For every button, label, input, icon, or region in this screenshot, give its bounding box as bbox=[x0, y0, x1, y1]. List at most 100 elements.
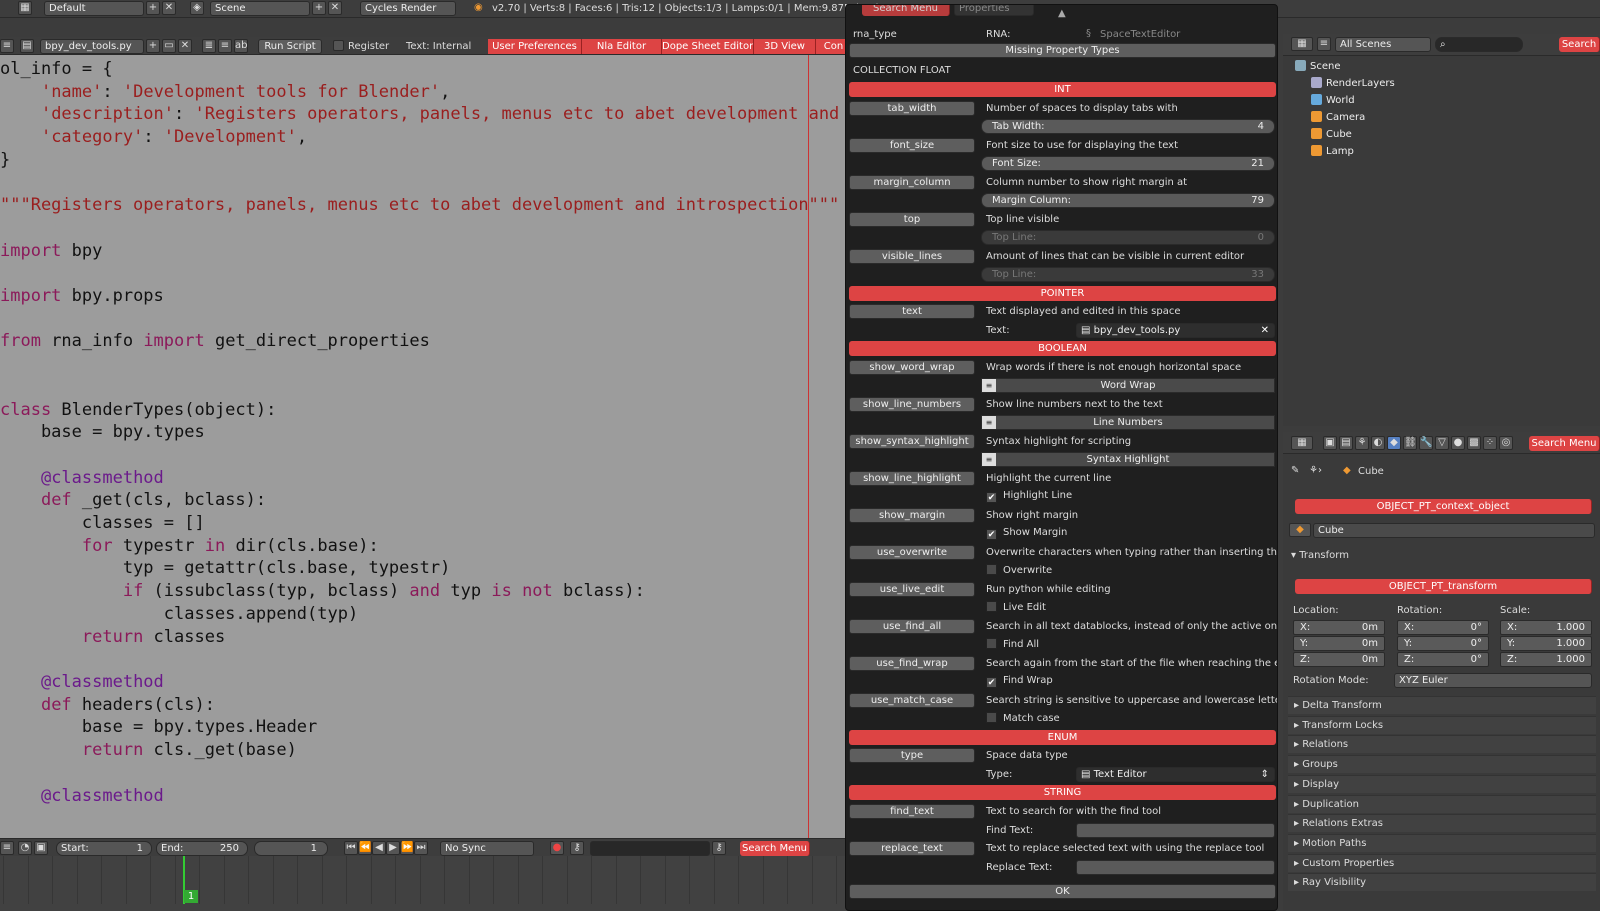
unlink-text-icon[interactable]: ✕ bbox=[178, 39, 192, 53]
checkbox[interactable]: ✔ Find Wrap bbox=[986, 675, 1053, 689]
missing-property-types-button[interactable]: Missing Property Types bbox=[849, 43, 1276, 58]
number-field[interactable]: Tab Width: 4 bbox=[981, 119, 1275, 135]
code-line[interactable] bbox=[0, 172, 860, 195]
code-line[interactable]: classes.append(typ) bbox=[0, 603, 860, 626]
property-button[interactable]: show_word_wrap bbox=[849, 359, 975, 375]
remove-scene-icon[interactable]: ✕ bbox=[328, 1, 342, 15]
add-scene-icon[interactable]: + bbox=[312, 1, 326, 15]
loc-field-1[interactable]: Y: 0m bbox=[1293, 636, 1385, 651]
timeline-area[interactable]: 1 bbox=[0, 856, 860, 911]
lock-icon[interactable]: ▣ bbox=[34, 841, 48, 855]
search-menu-button[interactable]: Search Menu bbox=[740, 841, 810, 856]
add-layout-icon[interactable]: + bbox=[146, 1, 160, 15]
text-field[interactable]: ▤ bpy_dev_tools.py ✕ bbox=[1076, 322, 1275, 338]
texture-tab-icon[interactable]: ▩ bbox=[1467, 436, 1481, 450]
menu-toggle-icon[interactable]: ≡ bbox=[0, 841, 14, 855]
property-button[interactable]: show_line_highlight bbox=[849, 470, 975, 486]
current-frame-field[interactable]: 1 bbox=[254, 841, 328, 856]
code-line[interactable]: base = bpy.types bbox=[0, 421, 860, 444]
text-datablock-icon[interactable]: ▤ bbox=[20, 39, 34, 53]
register-checkbox[interactable] bbox=[333, 40, 344, 51]
menu-toggle-icon[interactable]: ≡ bbox=[1317, 37, 1331, 51]
subpanel-header[interactable]: ▸ Motion Paths bbox=[1288, 833, 1596, 852]
code-line[interactable]: if (issubclass(typ, bclass) and typ is n… bbox=[0, 580, 860, 603]
property-button[interactable]: text bbox=[849, 304, 975, 320]
clear-icon[interactable]: ✕ bbox=[1261, 324, 1269, 337]
data-tab-icon[interactable]: ▽ bbox=[1435, 436, 1449, 450]
loc-field-0[interactable]: X: 0m bbox=[1293, 620, 1385, 635]
code-area[interactable]: ol_info = { 'name': 'Development tools f… bbox=[0, 58, 860, 807]
number-field[interactable]: Font Size: 21 bbox=[981, 156, 1275, 172]
keying-set-field[interactable] bbox=[590, 841, 710, 856]
property-button[interactable]: tab_width bbox=[849, 100, 975, 116]
subpanel-header[interactable]: ▸ Delta Transform bbox=[1288, 696, 1596, 714]
outliner[interactable] bbox=[1283, 34, 1600, 426]
ok-button[interactable]: OK bbox=[849, 884, 1276, 899]
scroll-up-icon[interactable]: ▲ bbox=[1058, 8, 1066, 19]
checkbox-box[interactable]: ✔ bbox=[986, 492, 997, 504]
constraints-tab-icon[interactable]: ⛓ bbox=[1403, 436, 1417, 450]
jump-end-icon[interactable]: ⏭ bbox=[414, 841, 428, 855]
code-line[interactable]: classes = [] bbox=[0, 512, 860, 535]
str-field[interactable] bbox=[1076, 859, 1275, 875]
subpanel-header[interactable]: ▸ Display bbox=[1288, 774, 1596, 793]
object-name-field[interactable]: Cube bbox=[1313, 523, 1595, 538]
outliner-search-input[interactable]: ⌕ bbox=[1435, 37, 1523, 52]
timeline-record-icon[interactable]: ◔ bbox=[18, 841, 32, 855]
toggle-button[interactable]: ≡ Syntax Highlight bbox=[981, 452, 1275, 468]
code-line[interactable]: 'name': 'Development tools for Blender', bbox=[0, 81, 860, 104]
editor-type-icon[interactable]: ▦ bbox=[1291, 37, 1313, 51]
code-line[interactable]: base = bpy.types.Header bbox=[0, 716, 860, 739]
material-tab-icon[interactable]: ● bbox=[1451, 436, 1465, 450]
checkbox[interactable]: Match case bbox=[986, 712, 1060, 724]
code-line[interactable] bbox=[0, 444, 860, 467]
code-line[interactable]: @classmethod bbox=[0, 671, 860, 694]
editor-tab-2[interactable]: Dope Sheet Editor bbox=[662, 39, 754, 54]
context-object-button[interactable]: OBJECT_PT_context_object bbox=[1295, 499, 1592, 514]
code-line[interactable] bbox=[0, 762, 860, 785]
property-button[interactable]: use_match_case bbox=[849, 692, 975, 708]
popup-search-tab[interactable]: Search Menu bbox=[862, 5, 950, 16]
checkbox[interactable]: Find All bbox=[986, 638, 1039, 650]
outliner-item[interactable]: Scene bbox=[1295, 60, 1341, 72]
checkbox-box[interactable]: ✔ bbox=[986, 677, 997, 689]
subpanel-header[interactable]: ▸ Groups bbox=[1288, 755, 1596, 774]
checkbox[interactable]: ✔ Highlight Line bbox=[986, 490, 1072, 504]
code-line[interactable]: return cls._get(base) bbox=[0, 739, 860, 762]
code-line[interactable]: for typestr in dir(cls.base): bbox=[0, 535, 860, 558]
pin-icon[interactable]: ✎ bbox=[1291, 465, 1299, 476]
code-line[interactable] bbox=[0, 376, 860, 399]
world-tab-icon[interactable]: ◐ bbox=[1371, 436, 1385, 450]
scene-select[interactable]: Scene bbox=[210, 1, 310, 16]
render-tab-icon[interactable]: ▣ bbox=[1323, 436, 1337, 450]
subpanel-header[interactable]: ▸ Transform Locks bbox=[1288, 715, 1596, 734]
property-button[interactable]: use_overwrite bbox=[849, 544, 975, 560]
display-mode-select[interactable]: All Scenes bbox=[1335, 37, 1431, 52]
rot-field-1[interactable]: Y: 0° bbox=[1397, 636, 1489, 651]
code-line[interactable]: import bpy.props bbox=[0, 285, 860, 308]
scl-field-2[interactable]: Z: 1.000 bbox=[1500, 652, 1592, 667]
code-line[interactable] bbox=[0, 308, 860, 331]
rot-field-0[interactable]: X: 0° bbox=[1397, 620, 1489, 635]
property-button[interactable]: use_find_wrap bbox=[849, 655, 975, 671]
subpanel-header[interactable]: ▸ Relations Extras bbox=[1288, 814, 1596, 833]
code-line[interactable]: 'description': 'Registers operators, pan… bbox=[0, 103, 860, 126]
editor-type-icon[interactable]: ▦ bbox=[18, 1, 32, 15]
code-line[interactable] bbox=[0, 262, 860, 285]
modifiers-tab-icon[interactable]: 🔧 bbox=[1419, 436, 1433, 450]
checkbox-box[interactable] bbox=[986, 638, 997, 650]
property-button[interactable]: show_line_numbers bbox=[849, 396, 975, 412]
toggle-button[interactable]: ≡ Line Numbers bbox=[981, 415, 1275, 431]
outliner-item[interactable]: Camera bbox=[1311, 111, 1365, 123]
properties-search-menu-button[interactable]: Search Menu bbox=[1529, 436, 1600, 451]
code-line[interactable] bbox=[0, 217, 860, 240]
checkbox-box[interactable] bbox=[986, 564, 997, 576]
code-line[interactable]: from rna_info import get_direct_properti… bbox=[0, 330, 860, 353]
sync-select[interactable]: No Sync bbox=[440, 841, 534, 856]
code-line[interactable]: } bbox=[0, 149, 860, 172]
subpanel-header[interactable]: ▸ Custom Properties bbox=[1288, 853, 1596, 872]
code-line[interactable]: return classes bbox=[0, 626, 860, 649]
property-button[interactable]: show_syntax_highlight bbox=[849, 433, 975, 449]
subpanel-header[interactable]: ▸ Relations bbox=[1288, 735, 1596, 754]
popup-properties-tab[interactable]: Properties bbox=[954, 5, 1034, 16]
